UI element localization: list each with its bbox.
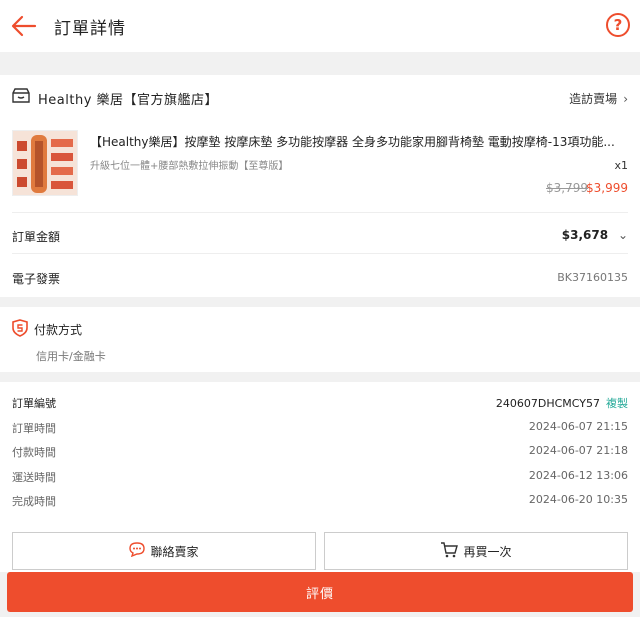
shipping-time-row: 運送時間 2024-06-12 13:06: [12, 469, 628, 489]
shop-header[interactable]: Healthy 樂居【官方旗艦店】: [12, 88, 218, 108]
info-label: 運送時間: [12, 471, 56, 484]
shop-name: Healthy 樂居【官方旗艦店】: [38, 92, 219, 108]
info-label: 付款時間: [12, 446, 56, 459]
divider: [12, 212, 628, 213]
product-quantity: x1: [614, 159, 628, 172]
back-arrow-icon[interactable]: [10, 12, 38, 40]
store-icon: [12, 88, 30, 108]
buy-again-label: 再買一次: [463, 544, 512, 559]
order-total-row[interactable]: $3,678 ⌄: [562, 228, 628, 242]
contact-seller-button[interactable]: 聯絡賣家: [12, 532, 316, 570]
chevron-down-icon: ⌄: [617, 228, 628, 242]
visit-shop-link[interactable]: 造訪賣場 ›: [569, 90, 628, 107]
top-bar: 訂單詳情 ?: [0, 0, 640, 52]
divider: [12, 253, 628, 254]
contact-seller-label: 聯絡賣家: [150, 544, 199, 559]
order-total-label: 訂單金額: [12, 230, 61, 244]
invoice-label: 電子發票: [12, 272, 61, 286]
info-value: 2024-06-07 21:18: [528, 444, 628, 457]
cart-icon: [440, 541, 459, 561]
info-label: 訂單時間: [12, 422, 56, 435]
order-number-value: 240607DHCMCY57: [495, 397, 600, 410]
order-total-value: $3,678: [561, 228, 609, 242]
product-variant: 升級七位一體+腰部熱敷拉伸振動【至尊版】: [90, 161, 289, 172]
info-value: 2024-06-07 21:15: [528, 420, 628, 433]
review-button[interactable]: 評價: [7, 572, 633, 612]
payment-time-row: 付款時間 2024-06-07 21:18: [12, 444, 628, 464]
payment-method: 信用卡/金融卡: [36, 350, 106, 363]
help-icon[interactable]: ?: [606, 13, 630, 37]
info-value: 2024-06-20 10:35: [528, 493, 628, 506]
visit-shop-label: 造訪賣場: [569, 92, 618, 106]
order-time-row: 訂單時間 2024-06-07 21:15: [12, 420, 628, 440]
product-name[interactable]: 【Healthy樂居】按摩墊 按摩床墊 多功能按摩器 全身多功能家用腳背椅墊 電…: [90, 133, 630, 150]
chat-icon: [129, 542, 146, 560]
order-number-row: 訂單編號 240607DHCMCY57 複製: [12, 395, 628, 415]
sale-price: $3,999: [586, 181, 628, 195]
order-number-label: 訂單編號: [12, 397, 56, 410]
payment-title: 付款方式: [34, 323, 83, 337]
completion-time-row: 完成時間 2024-06-20 10:35: [12, 493, 628, 513]
action-buttons: 聯絡賣家 再買一次: [0, 522, 640, 572]
info-value: 2024-06-12 13:06: [528, 469, 628, 482]
shop-section: Healthy 樂居【官方旗艦店】 造訪賣場 › 【Healthy樂居】按摩墊 按…: [0, 75, 640, 297]
original-price: $3,799: [546, 181, 588, 195]
order-info-section: 訂單編號 240607DHCMCY57 複製 訂單時間 2024-06-07 21…: [0, 382, 640, 522]
payment-section: 付款方式 信用卡/金融卡: [0, 307, 640, 372]
buy-again-button[interactable]: 再買一次: [324, 532, 628, 570]
chevron-right-icon: ›: [623, 92, 628, 106]
page-title: 訂單詳情: [54, 19, 126, 39]
product-thumbnail[interactable]: [12, 130, 78, 196]
shield-icon: [12, 319, 28, 341]
invoice-number[interactable]: BK37160135: [557, 271, 628, 284]
info-label: 完成時間: [12, 495, 56, 508]
copy-button[interactable]: 複製: [606, 397, 628, 410]
